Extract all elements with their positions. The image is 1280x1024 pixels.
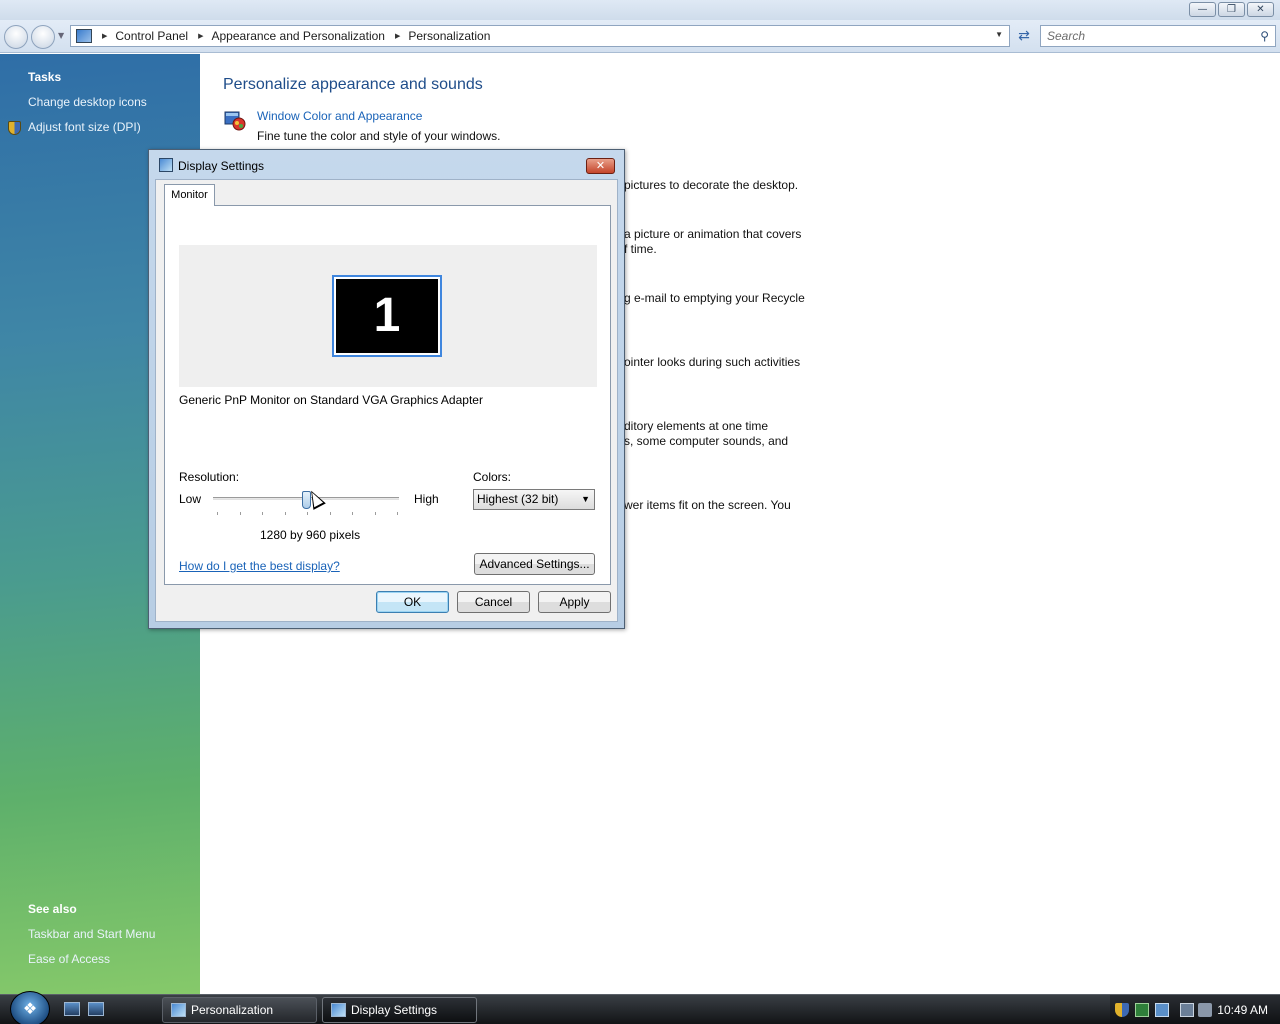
breadcrumb-arrow-icon[interactable]: ▶: [102, 32, 107, 40]
windows-update-icon[interactable]: [1135, 1003, 1149, 1017]
control-panel-icon: [76, 29, 92, 43]
advanced-settings-button[interactable]: Advanced Settings...: [474, 553, 595, 575]
slider-tick: [329, 512, 331, 515]
security-shield-icon[interactable]: [1115, 1003, 1129, 1017]
address-bar[interactable]: ▶ Control Panel ▶ Appearance and Persona…: [70, 25, 1010, 47]
slider-tick: [217, 512, 218, 515]
window-color-icon: [224, 111, 246, 131]
obscured-description: a picture or animation that covers: [624, 227, 802, 241]
slider-tick: [284, 512, 286, 515]
network-disconnected-icon[interactable]: [1180, 1003, 1194, 1017]
start-button[interactable]: ❖: [10, 991, 50, 1024]
tab-monitor[interactable]: Monitor: [164, 184, 215, 206]
task-adjust-font-size[interactable]: Adjust font size (DPI): [28, 120, 141, 134]
show-desktop-icon[interactable]: [64, 1002, 80, 1016]
slider-tick: [262, 512, 263, 515]
slider-tick: [352, 512, 353, 515]
resolution-label: Resolution:: [179, 470, 240, 484]
window-controls: — ❐ ✕: [1189, 2, 1274, 17]
window-caption-bar: — ❐ ✕: [0, 0, 1280, 20]
display-settings-icon: [331, 1003, 346, 1017]
restore-icon[interactable]: ❐: [1218, 2, 1245, 17]
display-settings-dialog: Display Settings ✕ Monitor 1 Generic PnP…: [148, 149, 625, 629]
search-placeholder: Search: [1047, 29, 1086, 43]
monitor-description: Generic PnP Monitor on Standard VGA Grap…: [179, 393, 483, 407]
taskbar-button-label: Personalization: [191, 1003, 274, 1017]
resolution-high-label: High: [414, 492, 439, 506]
breadcrumb-arrow-icon[interactable]: ▶: [395, 32, 400, 40]
display-settings-icon: [159, 158, 173, 172]
address-toolbar: ▼ ▶ Control Panel ▶ Appearance and Perso…: [0, 20, 1280, 53]
colors-select[interactable]: Highest (32 bit) ▼: [473, 489, 595, 510]
cancel-button[interactable]: Cancel: [457, 591, 530, 613]
switch-windows-icon[interactable]: [88, 1002, 104, 1016]
window-color-appearance-link[interactable]: Window Color and Appearance: [257, 109, 422, 123]
resolution-value: 1280 by 960 pixels: [260, 528, 361, 542]
dialog-title: Display Settings: [178, 159, 265, 173]
forward-button[interactable]: [31, 25, 55, 49]
taskbar: ❖ Personalization Display Settings 10:49…: [0, 991, 1280, 1024]
colors-label: Colors:: [473, 470, 512, 484]
search-input[interactable]: Search ⚲: [1040, 25, 1276, 47]
notification-area: 10:49 AM: [1110, 995, 1280, 1024]
colors-select-value: Highest (32 bit): [477, 492, 559, 506]
back-button[interactable]: [4, 25, 28, 49]
obscured-description: pictures to decorate the desktop.: [624, 178, 799, 192]
monitor-tab-panel: 1 Generic PnP Monitor on Standard VGA Gr…: [164, 205, 611, 585]
obscured-description: wer items fit on the screen. You: [624, 498, 791, 512]
search-icon[interactable]: ⚲: [1260, 26, 1269, 46]
slider-tick: [374, 512, 376, 515]
breadcrumb-personalization[interactable]: Personalization: [408, 29, 490, 43]
page-title: Personalize appearance and sounds: [223, 76, 483, 93]
window-color-appearance-description: Fine tune the color and style of your wi…: [257, 129, 501, 143]
volume-muted-icon[interactable]: [1198, 1003, 1212, 1017]
breadcrumb-control-panel[interactable]: Control Panel: [115, 29, 188, 43]
breadcrumb-arrow-icon[interactable]: ▶: [198, 32, 203, 40]
personalization-icon: [171, 1003, 186, 1017]
obscured-description: ditory elements at one time: [624, 419, 769, 433]
see-also-heading: See also: [28, 902, 77, 916]
dialog-body: Monitor 1 Generic PnP Monitor on Standar…: [155, 179, 618, 622]
recent-pages-dropdown-icon[interactable]: ▼: [58, 31, 64, 40]
network-icon[interactable]: [1155, 1003, 1169, 1017]
refresh-icon[interactable]: ⇄: [1013, 25, 1035, 47]
obscured-description: f time.: [624, 242, 657, 256]
slider-tick: [397, 512, 398, 515]
see-also-taskbar[interactable]: Taskbar and Start Menu: [28, 927, 155, 941]
taskbar-button-display-settings[interactable]: Display Settings: [322, 997, 477, 1023]
taskbar-button-label: Display Settings: [351, 1003, 438, 1017]
monitor-arrangement-area: 1: [179, 245, 597, 387]
obscured-description: g e-mail to emptying your Recycle: [624, 291, 805, 305]
apply-button[interactable]: Apply: [538, 591, 611, 613]
resolution-low-label: Low: [179, 492, 202, 506]
slider-tick: [239, 512, 241, 515]
close-icon[interactable]: ✕: [1247, 2, 1274, 17]
minimize-icon[interactable]: —: [1189, 2, 1216, 17]
ok-button[interactable]: OK: [376, 591, 449, 613]
tasks-heading: Tasks: [28, 70, 62, 84]
breadcrumb-appearance[interactable]: Appearance and Personalization: [212, 29, 385, 43]
close-icon[interactable]: ✕: [586, 158, 615, 174]
see-also-ease-of-access[interactable]: Ease of Access: [28, 952, 110, 966]
task-change-desktop-icons[interactable]: Change desktop icons: [28, 95, 147, 109]
address-dropdown-icon[interactable]: ▼: [995, 30, 1003, 39]
obscured-description: ointer looks during such activities: [624, 355, 801, 369]
slider-tick: [307, 512, 308, 515]
system-clock[interactable]: 10:49 AM: [1217, 1003, 1268, 1017]
uac-shield-icon: [8, 121, 21, 135]
chevron-down-icon: ▼: [581, 494, 590, 504]
best-display-help-link[interactable]: How do I get the best display?: [179, 559, 340, 573]
monitor-1-thumbnail[interactable]: 1: [332, 275, 442, 357]
taskbar-button-personalization[interactable]: Personalization: [162, 997, 317, 1023]
obscured-description: s, some computer sounds, and: [624, 434, 789, 448]
